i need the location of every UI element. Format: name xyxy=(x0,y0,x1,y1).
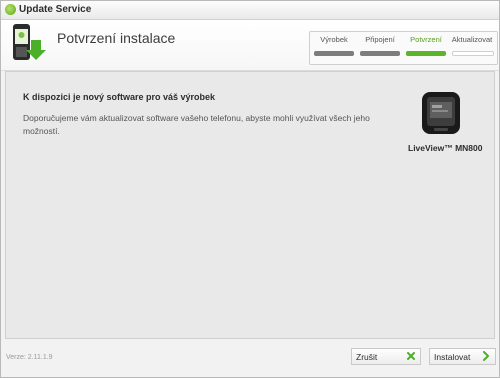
progress-steps: Výrobek Připojení Potvrzení Aktualizovat xyxy=(309,31,498,65)
cancel-button[interactable]: Zrušit xyxy=(351,348,421,365)
step-label-pripojeni: Připojení xyxy=(365,35,395,44)
phone-download-icon xyxy=(13,24,46,60)
page-title: Potvrzení instalace xyxy=(57,30,176,46)
step-label-aktualizovat: Aktualizovat xyxy=(451,35,493,44)
install-button-label: Instalovat xyxy=(434,352,471,362)
footer: Verze: 2.11.1.9 Zrušit Instalovat xyxy=(1,342,499,377)
liveview-device-image xyxy=(422,92,460,134)
title-bar: Update Service xyxy=(1,1,499,20)
step-label-vyrobek: Výrobek xyxy=(320,35,348,44)
device-name: LiveView™ MN800 xyxy=(408,143,483,153)
install-button[interactable]: Instalovat xyxy=(429,348,496,365)
window-title: Update Service xyxy=(19,4,92,15)
step-bar-vyrobek xyxy=(314,51,354,56)
chevron-right-icon xyxy=(483,351,490,361)
sony-ericsson-logo-icon xyxy=(5,4,16,15)
cancel-button-label: Zrušit xyxy=(356,352,378,362)
step-bar-potvrzeni xyxy=(406,51,446,56)
content-panel: K dispozici je nový software pro váš výr… xyxy=(5,71,495,339)
version-label: Verze: 2.11.1.9 xyxy=(6,354,53,361)
update-service-window: Update Service Potvrzení instalace Výrob… xyxy=(0,0,500,378)
step-label-potvrzeni: Potvrzení xyxy=(410,35,442,44)
update-description: Doporučujeme vám aktualizovat software v… xyxy=(23,113,370,136)
step-bar-aktualizovat xyxy=(452,51,494,56)
step-bar-pripojeni xyxy=(360,51,400,56)
header: Potvrzení instalace Výrobek Připojení Po… xyxy=(1,20,499,71)
update-available-heading: K dispozici je nový software pro váš výr… xyxy=(23,92,216,102)
close-icon xyxy=(407,352,415,360)
